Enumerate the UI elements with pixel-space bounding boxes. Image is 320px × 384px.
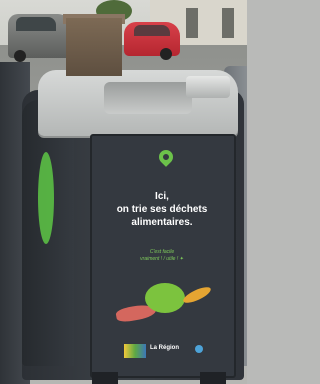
building-door	[186, 8, 198, 38]
side-green-graphic	[38, 152, 54, 244]
bin-message-line: Ici,	[155, 191, 169, 202]
food-illustration-lettuce	[145, 283, 185, 313]
bin-foot	[92, 372, 118, 384]
tagline: C'est facile vraiment ! / utile ! ✦	[140, 249, 184, 262]
street-scene-photo: Ici, on trie ses déchets alimentaires. C…	[0, 0, 247, 384]
partner-logo	[124, 344, 146, 358]
bag-dispenser-box	[66, 18, 122, 76]
bin-foot	[200, 372, 226, 384]
bin-handle	[186, 76, 230, 98]
car-window	[134, 25, 170, 36]
car-wheel	[160, 48, 172, 60]
bin-message: Ici, on trie ses déchets alimentaires.	[92, 190, 232, 229]
bin-opening	[104, 82, 192, 114]
car-window	[16, 17, 56, 31]
bin-message-line: alimentaires.	[131, 217, 193, 228]
region-logo-text: La Région	[150, 345, 180, 351]
car-wheel	[14, 50, 26, 62]
bin-message-line: on trie ses déchets	[116, 204, 208, 215]
building-window	[222, 8, 234, 38]
region-logo-icon	[195, 345, 203, 353]
